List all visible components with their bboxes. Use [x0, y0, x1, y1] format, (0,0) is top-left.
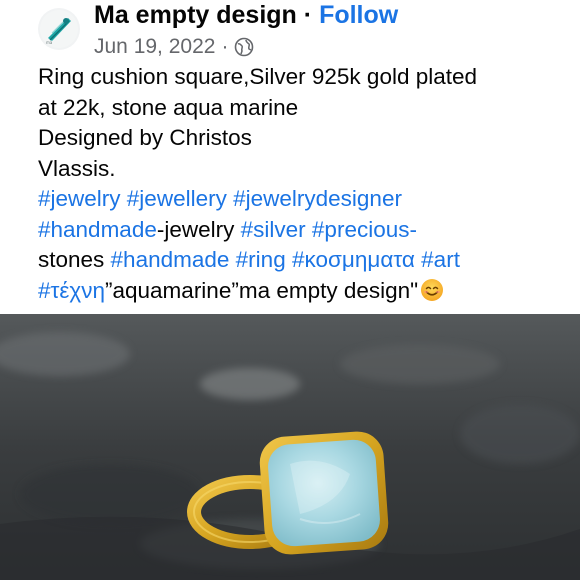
compass-logo-icon: ma	[40, 10, 78, 48]
post-text-line: Ring cushion square,Silver 925k gold pla…	[38, 64, 478, 89]
post-header: ma Ma empty design · Follow Jun 19, 2022…	[0, 0, 580, 62]
page-avatar[interactable]: ma	[38, 8, 80, 50]
post-meta: Jun 19, 2022 ·	[94, 34, 254, 60]
post-body-text: Ring cushion square,Silver 925k gold pla…	[38, 62, 578, 306]
globe-icon	[234, 37, 254, 57]
post-author-line: Ma empty design · Follow	[94, 0, 398, 30]
smiling-face-emoji-icon	[420, 278, 444, 302]
hashtag-handmade[interactable]: #handmade	[38, 217, 157, 242]
plain-text: -jewelry	[156, 216, 241, 242]
hashtag-jewelrydesigner[interactable]: #jewelrydesigner	[233, 186, 402, 211]
ring-photo-image	[0, 314, 580, 580]
post-date-link[interactable]: Jun 19, 2022	[94, 34, 215, 60]
hashtag-jewellery[interactable]: #jewellery	[127, 186, 227, 211]
plain-text: stones	[38, 247, 111, 272]
hashtag-techni[interactable]: #τέχνη	[38, 278, 105, 303]
svg-text:ma: ma	[46, 40, 53, 45]
hashtag-handmade-2[interactable]: #handmade	[111, 247, 230, 272]
post-photo[interactable]	[0, 314, 580, 580]
hashtag-kosmimata[interactable]: #κοσμηματα	[292, 247, 415, 272]
post-text-line: Vlassis.	[38, 155, 116, 181]
hashtag-line: #τέχνη”aquamarine”ma empty design"	[38, 276, 578, 307]
post-text-line: Designed by Christos	[38, 125, 252, 150]
hashtag-silver[interactable]: #silver	[241, 217, 306, 242]
name-separator: ·	[303, 1, 313, 29]
hashtag-line: #jewelry #jewellery #jewelrydesigner	[38, 184, 578, 215]
hashtag-art[interactable]: #art	[421, 247, 460, 272]
hashtag-ring[interactable]: #ring	[236, 247, 286, 272]
hashtag-precious[interactable]: #precious-	[312, 217, 417, 242]
post-text-line: at 22k, stone aqua marine	[38, 94, 299, 120]
page-name-link[interactable]: Ma empty design	[94, 1, 297, 29]
meta-separator: ·	[221, 35, 229, 58]
hashtag-line: stones #handmade #ring #κοσμηματα #art	[38, 245, 578, 276]
follow-button[interactable]: Follow	[319, 1, 398, 29]
hashtag-line: #handmade-jewelry #silver #precious-	[38, 215, 578, 246]
plain-text: ”aquamarine”ma empty design"	[105, 277, 419, 303]
hashtag-jewelry[interactable]: #jewelry	[38, 186, 121, 211]
